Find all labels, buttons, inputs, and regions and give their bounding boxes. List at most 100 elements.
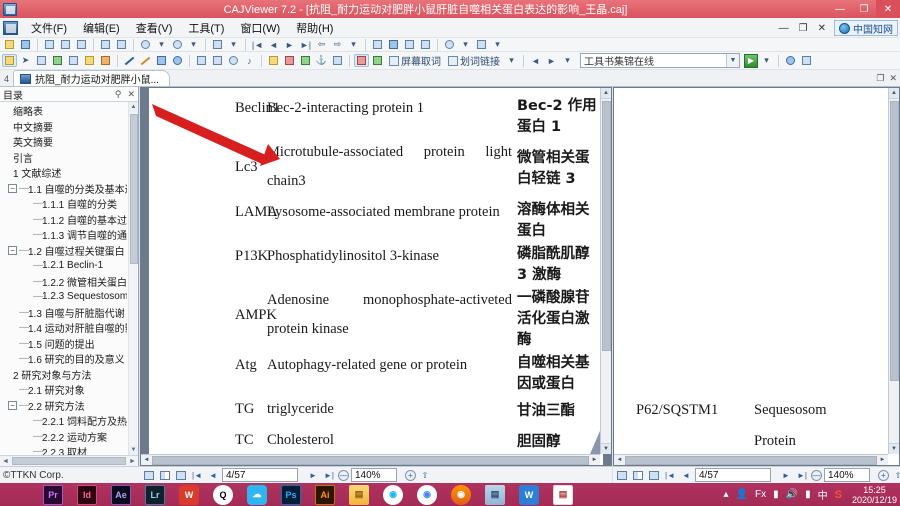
menu-item-edit[interactable]: 编辑(E) — [75, 18, 128, 38]
first-page-button[interactable]: |◄ — [190, 468, 204, 482]
table-select-icon[interactable] — [66, 54, 81, 67]
underline-icon[interactable] — [282, 54, 297, 67]
scroll-right-icon[interactable]: ► — [589, 457, 600, 463]
mail-icon[interactable] — [74, 38, 89, 51]
menu-item-help[interactable]: 帮助(H) — [288, 18, 341, 38]
facing-page-view-icon[interactable] — [402, 38, 417, 51]
toc-item[interactable]: −—1.1 自噬的分类及基本过程 — [0, 181, 127, 197]
zoom-out-button[interactable]: — — [338, 469, 349, 481]
toc-item[interactable]: 2 研究对象与方法 — [0, 367, 127, 383]
fit-page-icon[interactable] — [142, 468, 156, 482]
rectangle-annotation-icon[interactable] — [154, 54, 169, 67]
taskbar-chrome-icon[interactable]: ◉ — [417, 484, 437, 505]
show-hidden-icons-button[interactable]: ▴ — [724, 489, 729, 500]
attachment-icon[interactable] — [210, 54, 225, 67]
text-select-icon[interactable] — [34, 54, 49, 67]
next-page-button[interactable]: ► — [779, 468, 793, 482]
taskbar-file-explorer-icon[interactable]: ▤ — [349, 484, 369, 505]
document-viewer-left[interactable]: Beclin1 Bec-2-interacting protein 1 Bec-2 … — [140, 87, 612, 466]
rotate-icon[interactable] — [442, 38, 457, 51]
ime-indicator[interactable]: 中 — [818, 487, 828, 502]
forward-icon[interactable]: ⇨ — [330, 38, 345, 51]
taskbar-indesign-icon[interactable]: Id — [77, 484, 97, 505]
screen-capture-word-button[interactable]: 屏幕取词 — [386, 53, 444, 68]
update-icon[interactable] — [799, 54, 814, 67]
taskbar-firefox-icon[interactable]: ◉ — [451, 484, 471, 505]
scroll-up-icon[interactable]: ▲ — [601, 88, 611, 99]
two-page-icon[interactable] — [174, 468, 188, 482]
toc-close-icon[interactable]: ✕ — [124, 89, 138, 100]
menu-item-file[interactable]: 文件(F) — [23, 18, 75, 38]
scroll-down-icon[interactable]: ▼ — [889, 443, 899, 454]
zoom-in-button[interactable]: + — [405, 469, 416, 481]
toc-item[interactable]: —1.1.3 调节自噬的通路 — [0, 227, 127, 243]
taskbar-microsoft-store-icon[interactable]: ▤ — [485, 484, 505, 505]
tab-close-button[interactable]: ✕ — [889, 73, 897, 84]
toc-item[interactable]: —1.5 问题的提出 — [0, 336, 127, 352]
back-icon[interactable]: ⇦ — [314, 38, 329, 51]
prev-page-button[interactable]: ◄ — [206, 468, 220, 482]
scroll-down-icon[interactable]: ▼ — [601, 443, 611, 454]
single-page-view-icon[interactable] — [370, 38, 385, 51]
mdi-close-button[interactable]: ✕ — [816, 23, 828, 34]
toc-item[interactable]: —1.1.2 自噬的基本过程 — [0, 212, 127, 228]
fit-visible-button[interactable]: ⇧ — [891, 468, 900, 482]
audio-note-icon[interactable]: ♪ — [242, 54, 257, 67]
highlight-icon[interactable] — [266, 54, 281, 67]
fit-page-icon[interactable] — [615, 468, 629, 482]
collapse-icon[interactable]: − — [8, 245, 17, 255]
page-number-input[interactable]: 4/57 — [695, 468, 771, 482]
scrollbar-thumb[interactable] — [130, 114, 138, 264]
viewer-horizontal-scrollbar-left[interactable]: ◄ ► — [141, 454, 600, 465]
zoom-dropdown-icon[interactable]: ▾ — [490, 38, 505, 51]
document-tab-active[interactable]: 抗阻_耐力运动对肥胖小鼠... — [13, 70, 170, 86]
print-icon[interactable] — [42, 38, 57, 51]
erase-annotation-icon[interactable] — [330, 54, 345, 67]
viewer-vertical-scrollbar-right[interactable]: ▲ ▼ — [888, 88, 899, 454]
user-account-icon[interactable]: 👤 — [736, 489, 748, 500]
dict-overflow-icon[interactable]: ▾ — [560, 54, 575, 67]
taskbar-qq-icon[interactable]: Q — [213, 484, 233, 505]
image-select-icon[interactable] — [50, 54, 65, 67]
taskbar-qq-browser-icon[interactable]: ◉ — [383, 484, 403, 505]
scroll-left-icon[interactable]: ◄ — [0, 458, 11, 465]
scrollbar-thumb[interactable] — [12, 457, 126, 465]
mdi-minimize-button[interactable]: — — [777, 23, 791, 34]
page-number-input[interactable]: 4/57 — [222, 468, 298, 482]
toc-item[interactable]: —1.3 自噬与肝脏脂代谢 — [0, 305, 127, 321]
prev-page-button[interactable]: ◄ — [679, 468, 693, 482]
dict-go-dropdown-icon[interactable]: ▾ — [759, 54, 774, 67]
link-icon[interactable] — [226, 54, 241, 67]
last-page-button[interactable]: ►| — [322, 468, 336, 482]
zoom-level-input[interactable]: 140% — [824, 468, 870, 482]
last-page-button[interactable]: ►| — [795, 468, 809, 482]
redo-icon[interactable] — [170, 38, 185, 51]
network-icon[interactable]: ▮ — [805, 489, 811, 500]
taskbar-photoshop-icon[interactable]: Ps — [281, 484, 301, 505]
toc-item[interactable]: 引言 — [0, 150, 127, 166]
minimize-button[interactable]: — — [828, 0, 852, 18]
strikeout-icon[interactable] — [298, 54, 313, 67]
viewer-horizontal-scrollbar-right[interactable]: ◄ ► — [614, 454, 888, 465]
first-page-button[interactable]: |◄ — [663, 468, 677, 482]
undo-icon[interactable] — [138, 38, 153, 51]
toc-item[interactable]: 英文摘要 — [0, 134, 127, 150]
toc-item[interactable]: —2.1 研究对象 — [0, 382, 127, 398]
taskbar-baidu-netdisk-icon[interactable]: ☁ — [247, 484, 267, 505]
thumbnail-view-icon[interactable] — [418, 38, 433, 51]
scroll-up-icon[interactable]: ▲ — [889, 88, 899, 99]
toc-item[interactable]: 中文摘要 — [0, 119, 127, 135]
zoom-in-button[interactable]: + — [878, 469, 889, 481]
toc-item[interactable]: 1 文献综述 — [0, 165, 127, 181]
hand-tool-icon[interactable] — [2, 54, 17, 67]
zoom-level-input[interactable]: 140% — [351, 468, 397, 482]
toc-item[interactable]: − —2.2 研究方法 — [0, 398, 127, 414]
open-file-icon[interactable] — [2, 38, 17, 51]
scrollbar-thumb[interactable] — [890, 101, 899, 381]
reference-book-select[interactable]: 工具书集锦在线 ▼ — [580, 53, 740, 68]
translate-icon[interactable] — [370, 54, 385, 67]
flash-icon[interactable]: Fx — [755, 489, 766, 500]
taskbar-lightroom-icon[interactable]: Lr — [145, 484, 165, 505]
note-icon[interactable] — [98, 54, 113, 67]
anchor-icon[interactable]: ⚓ — [314, 54, 329, 67]
